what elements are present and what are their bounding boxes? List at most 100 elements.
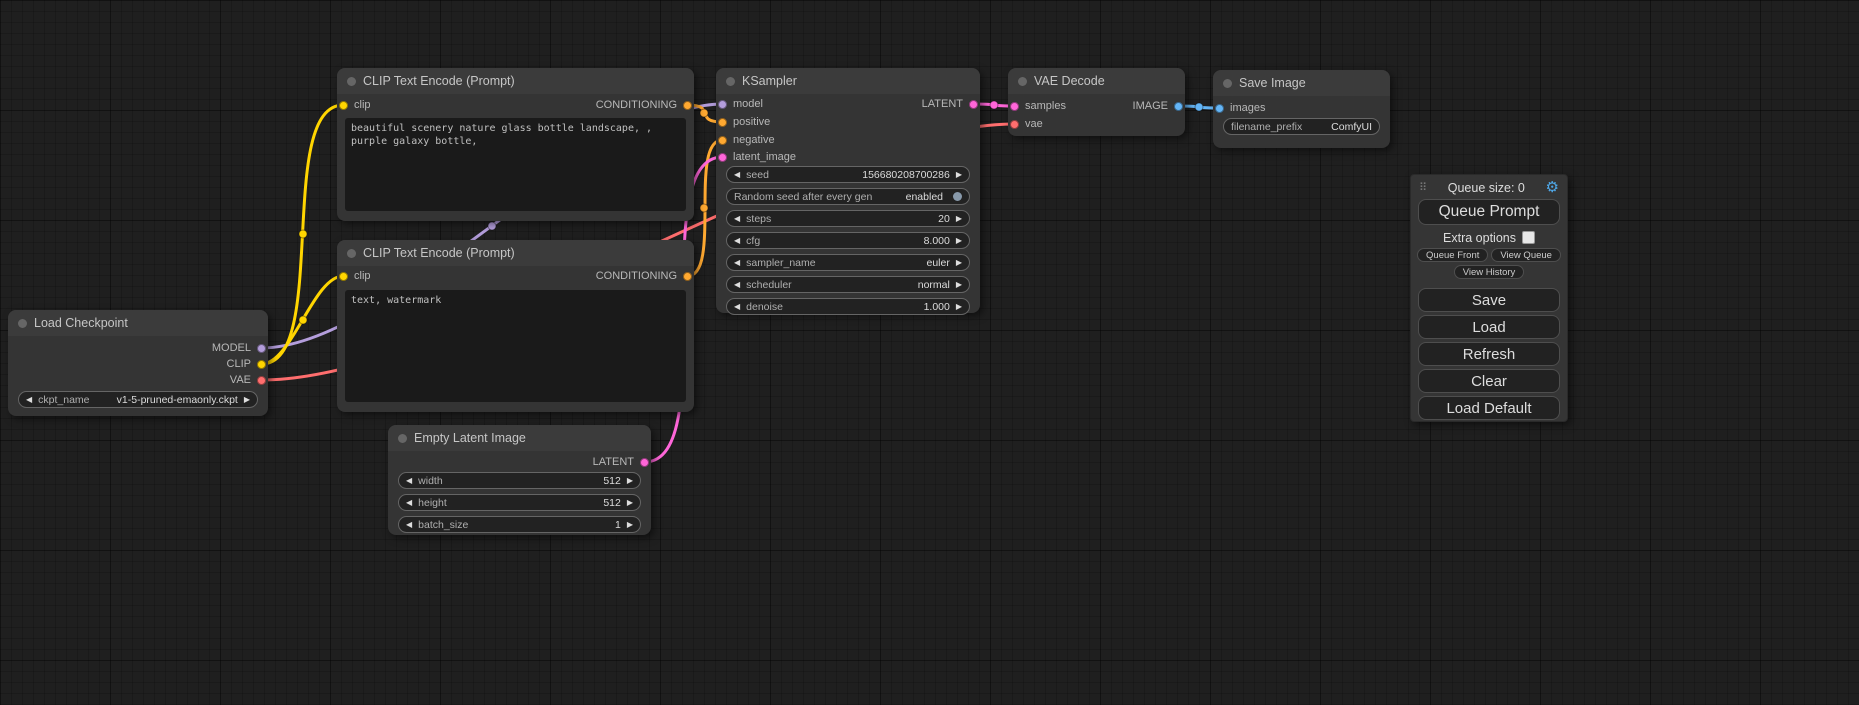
conditioning-slot-dot[interactable] — [683, 272, 692, 281]
widget-filename-prefix[interactable]: filename_prefix ComfyUI — [1223, 118, 1380, 135]
widget-cfg[interactable]: ◀ cfg 8.000 ▶ — [726, 232, 970, 249]
clip-slot-dot[interactable] — [339, 272, 348, 281]
image-slot-dot[interactable] — [1174, 102, 1183, 111]
input-slot-positive[interactable]: positive — [718, 115, 770, 129]
input-slot-clip[interactable]: clip — [339, 269, 371, 283]
output-slot-latent[interactable]: LATENT — [922, 97, 978, 111]
collapse-dot[interactable] — [1223, 79, 1232, 88]
increment-arrow-icon[interactable]: ▶ — [956, 237, 962, 245]
latent-slot-dot[interactable] — [640, 458, 649, 467]
input-slot-model[interactable]: model — [718, 97, 763, 111]
node-title-bar[interactable]: CLIP Text Encode (Prompt) — [337, 68, 694, 94]
decrement-arrow-icon[interactable]: ◀ — [734, 215, 740, 223]
input-slot-negative[interactable]: negative — [718, 133, 775, 147]
node-canvas[interactable]: Load Checkpoint MODEL CLIP VAE ◀ ckpt_na… — [0, 0, 1859, 705]
image-slot-dot[interactable] — [1215, 104, 1224, 113]
widget-random-seed-toggle[interactable]: Random seed after every gen enabled — [726, 188, 970, 205]
widget-steps[interactable]: ◀ steps 20 ▶ — [726, 210, 970, 227]
output-slot-conditioning[interactable]: CONDITIONING — [596, 98, 692, 112]
increment-arrow-icon[interactable]: ▶ — [956, 215, 962, 223]
save-button[interactable]: Save — [1418, 288, 1560, 312]
increment-arrow-icon[interactable]: ▶ — [627, 499, 633, 507]
input-slot-images[interactable]: images — [1215, 101, 1265, 115]
load-default-button[interactable]: Load Default — [1418, 396, 1560, 420]
model-slot-dot[interactable] — [718, 100, 727, 109]
decrement-arrow-icon[interactable]: ◀ — [406, 499, 412, 507]
collapse-dot[interactable] — [398, 434, 407, 443]
node-load-checkpoint[interactable]: Load Checkpoint MODEL CLIP VAE ◀ ckpt_na… — [8, 310, 268, 416]
queue-front-button[interactable]: Queue Front — [1417, 248, 1488, 262]
prompt-textarea[interactable]: text, watermark — [345, 290, 686, 402]
increment-arrow-icon[interactable]: ▶ — [956, 281, 962, 289]
decrement-arrow-icon[interactable]: ◀ — [406, 477, 412, 485]
node-title-bar[interactable]: VAE Decode — [1008, 68, 1185, 94]
refresh-button[interactable]: Refresh — [1418, 342, 1560, 366]
increment-arrow-icon[interactable]: ▶ — [627, 521, 633, 529]
node-empty-latent-image[interactable]: Empty Latent Image LATENT ◀ width 512 ▶ … — [388, 425, 651, 535]
clip-slot-dot[interactable] — [339, 101, 348, 110]
node-clip-text-encode-negative[interactable]: CLIP Text Encode (Prompt) clip CONDITION… — [337, 240, 694, 412]
view-history-button[interactable]: View History — [1454, 265, 1525, 279]
collapse-dot[interactable] — [726, 77, 735, 86]
output-slot-model[interactable]: MODEL — [212, 341, 266, 355]
decrement-arrow-icon[interactable]: ◀ — [734, 303, 740, 311]
decrement-arrow-icon[interactable]: ◀ — [26, 396, 32, 404]
node-ksampler[interactable]: KSampler model LATENT positive negative … — [716, 68, 980, 313]
prompt-textarea[interactable]: beautiful scenery nature glass bottle la… — [345, 118, 686, 211]
node-title-bar[interactable]: CLIP Text Encode (Prompt) — [337, 240, 694, 266]
output-slot-vae[interactable]: VAE — [230, 373, 266, 387]
widget-sampler-name[interactable]: ◀ sampler_name euler ▶ — [726, 254, 970, 271]
vae-slot-dot[interactable] — [1010, 120, 1019, 129]
latent-slot-dot[interactable] — [969, 100, 978, 109]
widget-denoise[interactable]: ◀ denoise 1.000 ▶ — [726, 298, 970, 315]
toggle-knob[interactable] — [953, 192, 962, 201]
output-slot-clip[interactable]: CLIP — [227, 357, 266, 371]
collapse-dot[interactable] — [347, 249, 356, 258]
conditioning-slot-dot[interactable] — [683, 101, 692, 110]
decrement-arrow-icon[interactable]: ◀ — [734, 259, 740, 267]
latent-slot-dot[interactable] — [1010, 102, 1019, 111]
node-clip-text-encode-positive[interactable]: CLIP Text Encode (Prompt) clip CONDITION… — [337, 68, 694, 221]
extra-options-checkbox[interactable] — [1522, 231, 1535, 244]
latent-slot-dot[interactable] — [718, 153, 727, 162]
node-title-bar[interactable]: KSampler — [716, 68, 980, 94]
queue-prompt-button[interactable]: Queue Prompt — [1418, 199, 1560, 225]
widget-scheduler[interactable]: ◀ scheduler normal ▶ — [726, 276, 970, 293]
increment-arrow-icon[interactable]: ▶ — [244, 396, 250, 404]
decrement-arrow-icon[interactable]: ◀ — [734, 171, 740, 179]
widget-ckpt-name[interactable]: ◀ ckpt_name v1-5-pruned-emaonly.ckpt ▶ — [18, 391, 258, 408]
collapse-dot[interactable] — [1018, 77, 1027, 86]
output-slot-latent[interactable]: LATENT — [593, 455, 649, 469]
input-slot-latent-image[interactable]: latent_image — [718, 150, 796, 164]
output-slot-conditioning[interactable]: CONDITIONING — [596, 269, 692, 283]
conditioning-slot-dot[interactable] — [718, 136, 727, 145]
model-slot-dot[interactable] — [257, 344, 266, 353]
node-title-bar[interactable]: Empty Latent Image — [388, 425, 651, 451]
input-slot-clip[interactable]: clip — [339, 98, 371, 112]
widget-batch-size[interactable]: ◀ batch_size 1 ▶ — [398, 516, 641, 533]
widget-width[interactable]: ◀ width 512 ▶ — [398, 472, 641, 489]
node-save-image[interactable]: Save Image images filename_prefix ComfyU… — [1213, 70, 1390, 148]
clear-button[interactable]: Clear — [1418, 369, 1560, 393]
node-vae-decode[interactable]: VAE Decode samples IMAGE vae — [1008, 68, 1185, 136]
widget-height[interactable]: ◀ height 512 ▶ — [398, 494, 641, 511]
load-button[interactable]: Load — [1418, 315, 1560, 339]
collapse-dot[interactable] — [347, 77, 356, 86]
collapse-dot[interactable] — [18, 319, 27, 328]
widget-seed[interactable]: ◀ seed 156680208700286 ▶ — [726, 166, 970, 183]
vae-slot-dot[interactable] — [257, 376, 266, 385]
output-slot-image[interactable]: IMAGE — [1133, 99, 1183, 113]
decrement-arrow-icon[interactable]: ◀ — [734, 237, 740, 245]
input-slot-samples[interactable]: samples — [1010, 99, 1066, 113]
settings-gear-icon[interactable]: ⚙ — [1546, 180, 1559, 195]
clip-slot-dot[interactable] — [257, 360, 266, 369]
node-title-bar[interactable]: Save Image — [1213, 70, 1390, 96]
increment-arrow-icon[interactable]: ▶ — [627, 477, 633, 485]
input-slot-vae[interactable]: vae — [1010, 117, 1043, 131]
conditioning-slot-dot[interactable] — [718, 118, 727, 127]
drag-handle-icon[interactable]: ⠿ — [1419, 181, 1427, 194]
view-queue-button[interactable]: View Queue — [1491, 248, 1561, 262]
decrement-arrow-icon[interactable]: ◀ — [734, 281, 740, 289]
increment-arrow-icon[interactable]: ▶ — [956, 303, 962, 311]
decrement-arrow-icon[interactable]: ◀ — [406, 521, 412, 529]
